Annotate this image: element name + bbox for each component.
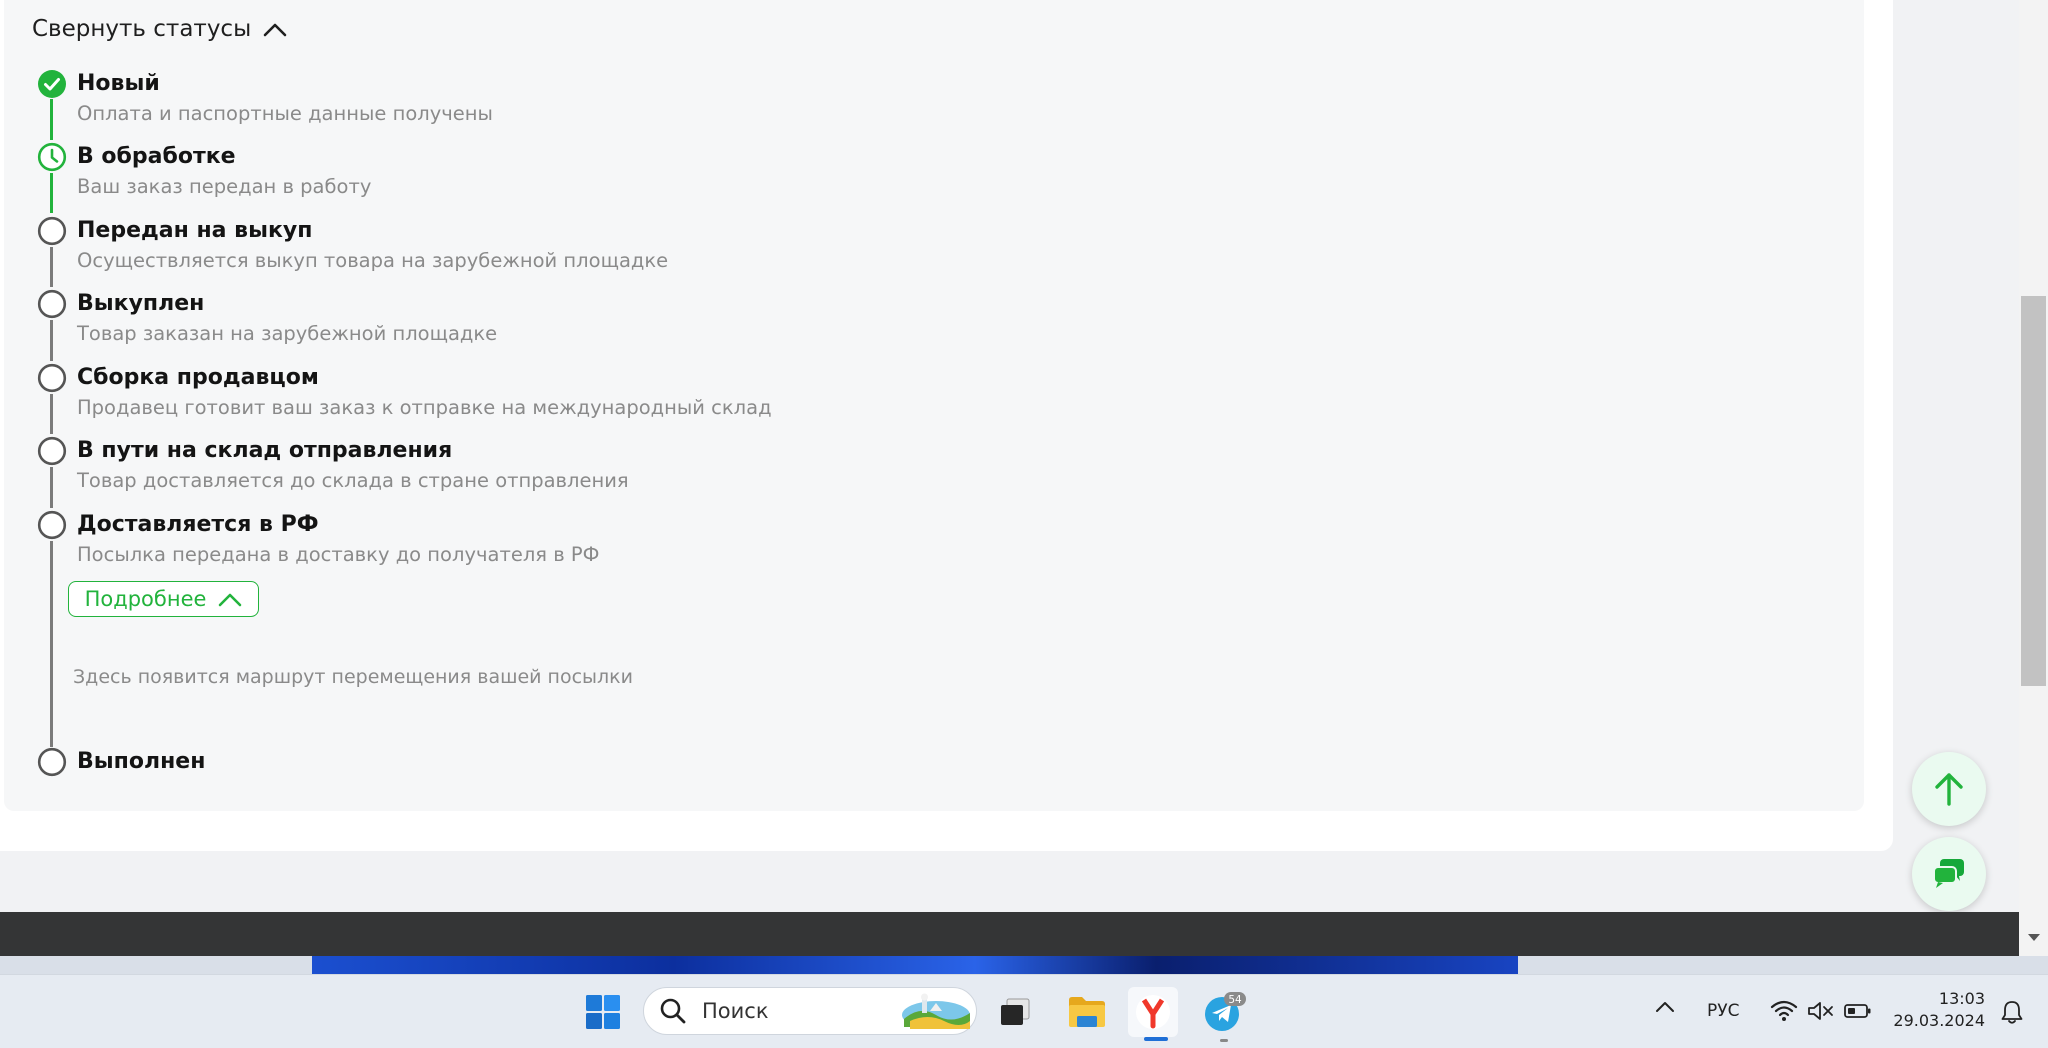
status-title: В пути на склад отправления <box>77 438 453 463</box>
input-language[interactable]: РУС <box>1707 1001 1739 1021</box>
status-description: Посылка передана в доставку до получател… <box>77 543 600 566</box>
file-explorer-icon[interactable] <box>1062 987 1112 1037</box>
more-details-label: Подробнее <box>84 587 207 611</box>
running-app-indicator <box>1220 1039 1228 1042</box>
page-footer <box>0 912 2019 956</box>
order-card: Свернуть статусы Новый Оплата и паспортн… <box>0 0 1893 851</box>
telegram-badge: 54 <box>1228 994 1242 1006</box>
timeline-line-current <box>50 173 53 213</box>
search-highlight-illustration-icon <box>902 993 970 1029</box>
timeline-line <box>50 247 53 287</box>
status-description: Товар заказан на зарубежной площадке <box>77 322 498 345</box>
chevron-up-icon <box>219 593 242 607</box>
task-view-icon[interactable] <box>990 987 1040 1037</box>
empty-circle-icon <box>37 747 67 777</box>
collapse-statuses-toggle[interactable]: Свернуть статусы <box>32 16 287 42</box>
arrow-up-icon <box>1935 773 1963 806</box>
windows-start-icon[interactable] <box>578 987 628 1037</box>
scroll-to-top-button[interactable] <box>1912 752 1986 826</box>
volume-muted-icon[interactable] <box>1806 999 1836 1023</box>
clock-date: 29.03.2024 <box>1893 1011 1985 1030</box>
desktop-wallpaper <box>0 956 2048 974</box>
status-title: Передан на выкуп <box>77 218 313 243</box>
yandex-browser-icon[interactable] <box>1128 987 1178 1037</box>
chevron-up-icon[interactable] <box>1654 997 1676 1017</box>
search-icon <box>660 998 686 1024</box>
timeline-line <box>50 467 53 508</box>
active-app-indicator <box>1144 1037 1168 1041</box>
browser-viewport: Свернуть статусы Новый Оплата и паспортн… <box>0 0 2048 956</box>
status-title: Новый <box>77 71 160 96</box>
status-description: Товар доставляется до склада в стране от… <box>77 469 629 492</box>
clock-time: 13:03 <box>1938 989 1985 1008</box>
empty-circle-icon <box>37 436 67 466</box>
status-title: В обработке <box>77 144 236 169</box>
empty-circle-icon <box>37 363 67 393</box>
chat-button[interactable] <box>1912 837 1986 911</box>
timeline-line <box>50 394 53 434</box>
status-description: Оплата и паспортные данные получены <box>77 102 493 125</box>
collapse-statuses-label: Свернуть статусы <box>32 16 252 42</box>
status-title: Сборка продавцом <box>77 365 319 390</box>
status-title: Доставляется в РФ <box>77 512 319 537</box>
system-clock[interactable]: 13:03 29.03.2024 <box>1885 989 1985 1030</box>
taskbar: Поиск 54 РУС 13:03 29.03.2024 <box>0 974 2048 1048</box>
vertical-scrollbar[interactable] <box>2019 0 2048 956</box>
check-circle-icon <box>38 70 66 98</box>
empty-circle-icon <box>37 216 67 246</box>
telegram-icon[interactable]: 54 <box>1200 987 1250 1037</box>
status-description: Ваш заказ передан в работу <box>77 175 372 198</box>
status-description: Продавец готовит ваш заказ к отправке на… <box>77 396 772 419</box>
more-details-button[interactable]: Подробнее <box>68 581 259 617</box>
notification-bell-icon[interactable] <box>2000 999 2024 1025</box>
timeline-line-done <box>50 99 53 140</box>
status-description: Осуществляется выкуп товара на зарубежно… <box>77 249 669 272</box>
search-placeholder: Поиск <box>702 999 769 1023</box>
status-title: Выкуплен <box>77 291 205 316</box>
status-panel: Свернуть статусы Новый Оплата и паспортн… <box>4 0 1864 811</box>
chevron-up-icon <box>263 23 287 37</box>
route-placeholder-text: Здесь появится маршрут перемещения вашей… <box>73 666 634 688</box>
clock-icon <box>37 142 67 172</box>
scrollbar-thumb[interactable] <box>2021 296 2046 686</box>
timeline-line <box>50 541 53 747</box>
chat-icon <box>1933 859 1964 888</box>
empty-circle-icon <box>37 289 67 319</box>
wallpaper-wave <box>312 956 1518 974</box>
timeline-line <box>50 320 53 361</box>
scroll-down-arrow-icon[interactable] <box>2028 934 2040 941</box>
wifi-icon[interactable] <box>1770 999 1798 1023</box>
battery-icon[interactable] <box>1844 1003 1872 1019</box>
taskbar-search-box[interactable]: Поиск <box>643 987 977 1035</box>
status-title: Выполнен <box>77 749 206 774</box>
empty-circle-icon <box>37 510 67 540</box>
